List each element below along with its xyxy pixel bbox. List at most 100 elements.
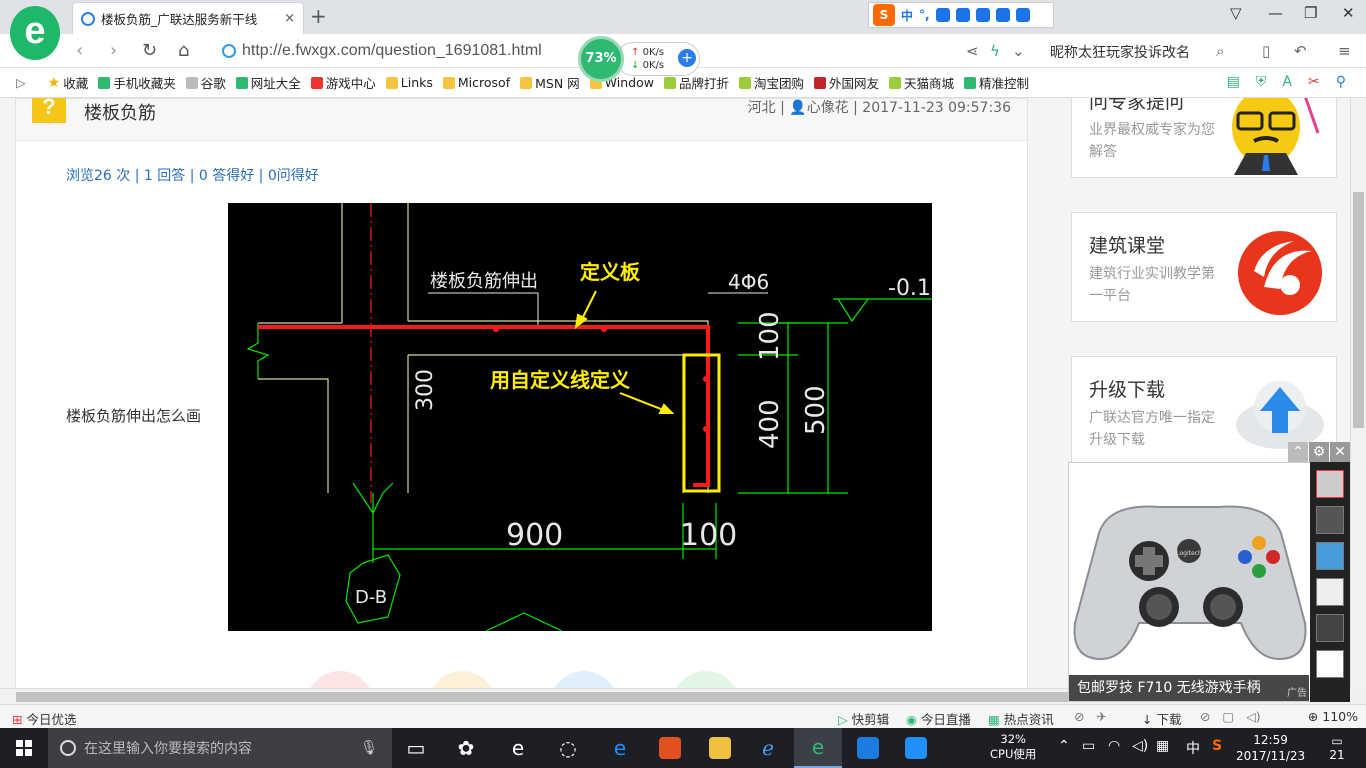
sidebar-toggle-icon[interactable]: ▷ [16,75,26,90]
bookmark-item[interactable]: ★ 收藏 [48,73,89,92]
status-item-download[interactable]: ↓ 下载 [1142,709,1181,728]
reaction-icon-2[interactable] [428,671,496,688]
reaction-icon-4[interactable] [672,671,740,688]
ad-thumb-4[interactable] [1316,578,1344,606]
sogou-tray-icon[interactable]: S [1212,738,1222,754]
ad-thumb-2[interactable] [1316,506,1344,534]
ie-app-icon[interactable]: ℯ [744,728,792,768]
new-tab-button[interactable]: + [310,4,327,28]
status-icon-group[interactable]: ⊘ ✈ [1074,709,1107,724]
battery-icon[interactable]: ▭ [1082,738,1095,754]
taskbar-search[interactable]: 在这里输入你要搜索的内容 🎙 [48,728,392,768]
close-tab-icon[interactable]: × [284,11,295,26]
sidebar-card-expert[interactable]: 问专家提问 业界最权威专家为您解答 [1071,98,1337,178]
browser-logo[interactable]: e [10,6,60,60]
user-icon[interactable] [975,8,990,22]
cad-drawing-image[interactable]: 楼板负筋伸出 定义板 用自定义线定义 4Φ6 -0.1 900 100 D-B … [228,203,932,631]
bookmark-item[interactable]: Links [385,75,433,90]
system-clock[interactable]: 12:59 2017/11/23 [1236,732,1305,764]
question-stats[interactable]: 浏览26 次 | 1 回答 | 0 答得好 | 0问得好 [66,165,319,185]
ime-mode-label[interactable]: 中 [901,7,913,24]
lightning-icon[interactable]: ϟ [990,42,1000,60]
pinwheel-app-icon[interactable]: ✿ [442,728,490,768]
chevron-down-icon[interactable]: ⌄ [1012,42,1025,60]
ad-close-icon[interactable]: ✕ [1330,442,1350,462]
ad-thumb-5[interactable] [1316,614,1344,642]
swirl-app-icon[interactable]: ◌ [544,728,592,768]
vertical-scroll-thumb[interactable] [1353,192,1364,428]
plus-icon[interactable]: + [678,49,696,67]
magnifier-icon[interactable]: ⚲ [1336,74,1346,90]
ad-thumb-3[interactable] [1316,542,1344,570]
bookmark-item[interactable]: 天猫商城 [889,73,954,92]
store-app-icon[interactable] [646,728,694,768]
ad-thumb-6[interactable] [1316,650,1344,678]
back-icon[interactable]: ‹ [76,40,83,61]
search-icon[interactable]: ⌕ [1216,42,1224,60]
bookmark-item[interactable]: 外国网友 [813,73,879,92]
translate-icon[interactable]: A [1282,74,1292,90]
scissors-icon[interactable]: ✂ [1308,74,1320,90]
start-button[interactable] [0,728,48,768]
search-hint-text[interactable]: 昵称太狂玩家投诉改名 [1050,42,1190,62]
shirt-skin-icon[interactable]: ▽ [1230,4,1242,22]
file-explorer-icon[interactable] [696,728,744,768]
browser-app-icon-active[interactable]: e [794,728,842,768]
task-view-icon[interactable]: ▭ [392,728,440,768]
microphone-icon[interactable] [935,8,950,22]
ad-settings-icon[interactable]: ⚙ [1309,442,1329,462]
glodon-app-icon[interactable] [844,728,892,768]
book-icon[interactable]: ▤ [1227,74,1240,90]
status-icon-group-2[interactable]: ⊘ ▢ ◁) [1200,709,1261,724]
notification-center[interactable]: ▭ 21 [1322,734,1352,762]
volume-icon[interactable]: ◁) [1132,738,1148,754]
bookmark-item[interactable]: 手机收藏夹 [98,73,176,92]
plus-app-icon[interactable] [892,728,940,768]
daily-pick-link[interactable]: ⊞ 今日优选 [12,709,76,728]
wrench-icon[interactable] [1015,8,1030,22]
ad-thumb-1[interactable] [1316,470,1344,498]
tab-active[interactable]: 楼板负筋_广联达服务新干线 × [72,2,304,34]
ad-popup[interactable]: Logitech 包邮罗技 F710 无线游戏手柄 广告 [1068,462,1350,702]
restore-button[interactable]: ❐ [1304,4,1317,22]
forward-icon[interactable]: › [110,40,117,61]
microphone-icon[interactable]: 🎙 [360,740,378,756]
phone-icon[interactable]: ▯ [1262,42,1270,60]
shield-icon[interactable]: ⛨ [1256,74,1267,90]
bookmark-item[interactable]: MSN 网 [520,73,580,92]
zoom-level[interactable]: ⊕ 110% [1308,709,1358,724]
speed-widget[interactable]: ↑ 0K/s ↓ 0K/s 73% + [578,36,702,92]
wifi-icon[interactable]: ◠ [1108,738,1120,754]
vertical-scrollbar[interactable] [1350,98,1366,688]
menu-icon[interactable]: ≡ [1338,42,1351,60]
shirt-icon[interactable] [995,8,1010,22]
url-text[interactable]: http://e.fwxgx.com/question_1691081.html [242,42,542,60]
close-window-button[interactable]: ✕ [1342,4,1355,22]
ime-punct-label[interactable]: °, [919,8,930,22]
status-item-news[interactable]: ▦ 热点资讯 [988,709,1054,728]
bookmark-item[interactable]: 谷歌 [185,73,226,92]
reaction-icon-1[interactable] [306,671,374,688]
share-icon[interactable]: ⋖ [966,42,979,60]
bookmark-item[interactable]: 淘宝团购 [738,73,804,92]
edge-app-icon[interactable]: e [596,728,644,768]
ime-indicator[interactable]: 中 [1186,738,1200,758]
cpu-meter[interactable]: 32% CPU使用 [990,732,1036,762]
ie-green-app-icon[interactable]: e [494,728,542,768]
home-icon[interactable]: ⌂ [178,40,189,61]
bookmark-item[interactable]: 精准控制 [964,73,1029,92]
reaction-icon-3[interactable] [550,671,618,688]
refresh-icon[interactable]: ↻ [142,40,157,61]
ad-collapse-icon[interactable]: ⌃ [1288,442,1308,462]
bookmark-item[interactable]: 游戏中心 [310,73,376,92]
undo-icon[interactable]: ↶ [1294,42,1307,60]
status-item-live[interactable]: ◉ 今日直播 [906,709,971,728]
tray-expand-icon[interactable]: ⌃ [1058,738,1070,754]
minimize-button[interactable]: — [1268,4,1283,22]
bookmark-item[interactable]: Microsof [442,75,510,90]
bookmark-item[interactable]: 网址大全 [235,73,301,92]
sidebar-card-classroom[interactable]: 建筑课堂 建筑行业实训教学第一平台 [1071,212,1337,322]
keyboard-icon[interactable] [955,8,970,22]
keyboard-icon[interactable]: ▦ [1156,738,1169,754]
ad-caption[interactable]: 包邮罗技 F710 无线游戏手柄 [1069,675,1309,701]
